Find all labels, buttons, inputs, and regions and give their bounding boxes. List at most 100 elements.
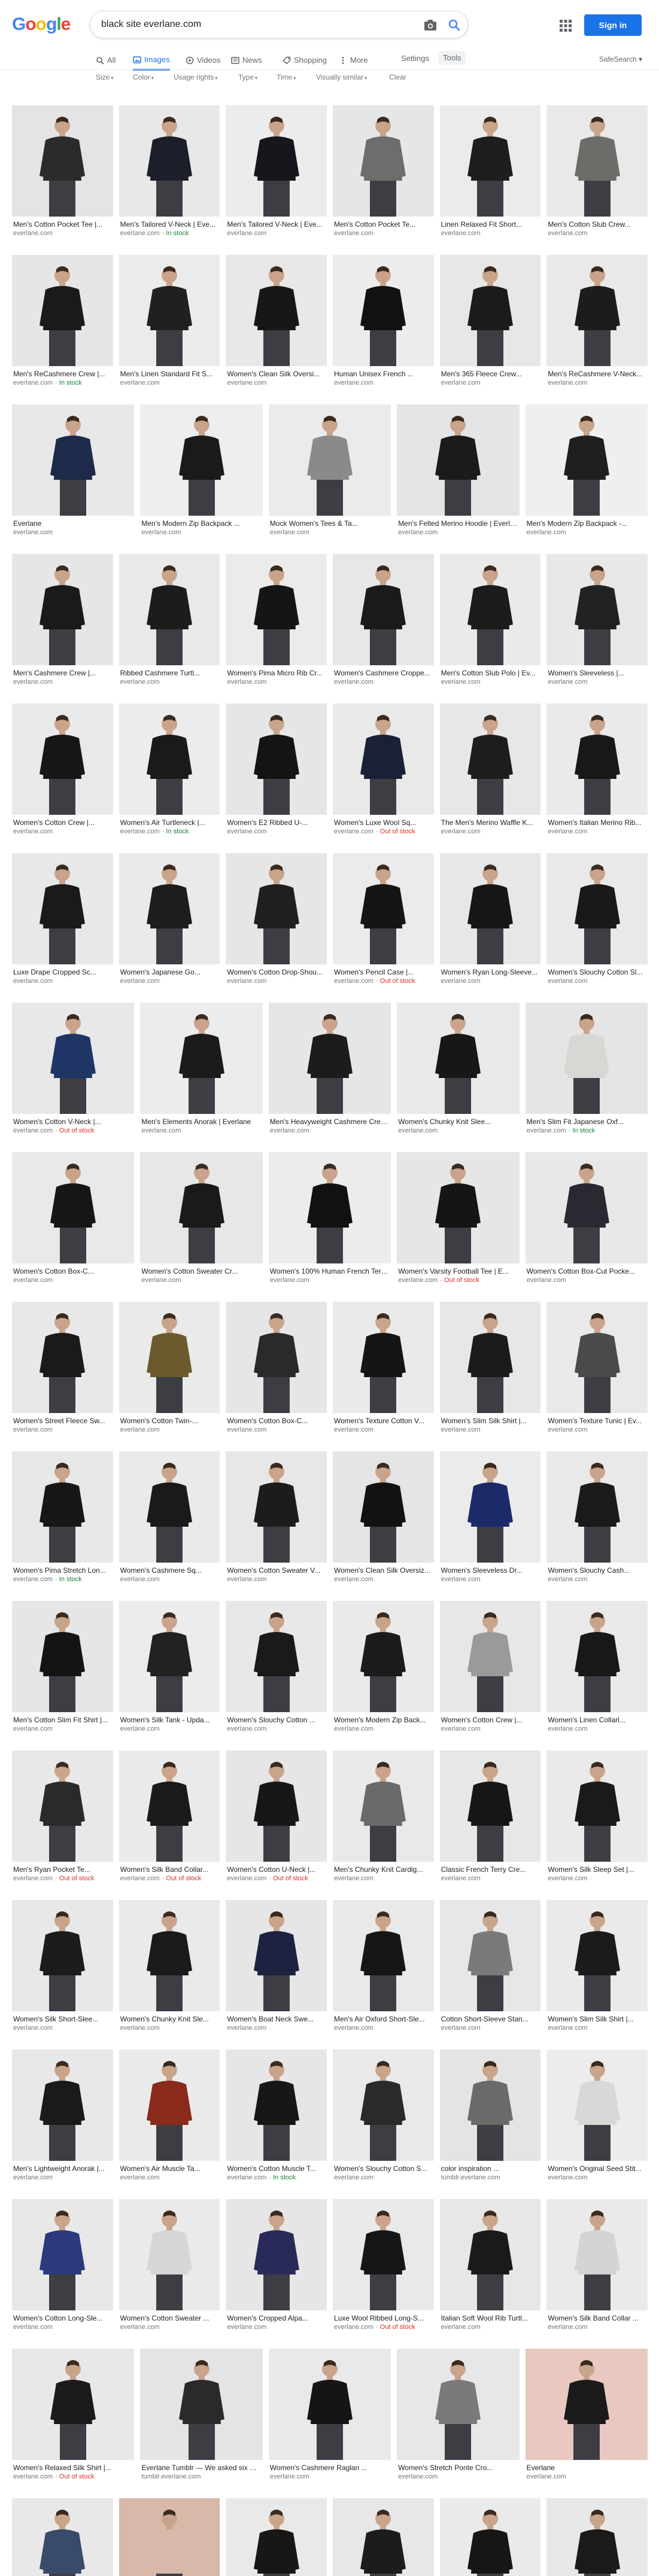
image-result[interactable]: Women's Varsity Football Tee | E... everl… xyxy=(397,1152,520,1299)
image-thumbnail[interactable] xyxy=(226,2199,327,2310)
image-thumbnail[interactable] xyxy=(333,704,434,815)
image-result[interactable]: Men's Modern Zip Backpack -... everlane.c… xyxy=(525,404,648,552)
image-thumbnail[interactable] xyxy=(119,1750,220,1862)
image-result[interactable]: Women's Slouchy Cotton Sl... everlane.com xyxy=(546,853,648,1000)
tab-news[interactable]: News xyxy=(231,50,262,71)
result-title[interactable]: Women's Cotton Long-Sle... xyxy=(13,2314,112,2322)
result-title[interactable]: Women's Silk Short-Slee... xyxy=(13,2015,112,2023)
image-thumbnail[interactable] xyxy=(226,1900,327,2011)
image-result[interactable]: Women's Silk Sleep Set |... everlane.com xyxy=(546,1750,648,1898)
image-result[interactable]: Women's Cotton Sweater V... everlane.com xyxy=(226,1451,327,1598)
image-result[interactable]: Women's Cotton Long-Sle... everlane.com xyxy=(12,2199,113,2346)
image-thumbnail[interactable] xyxy=(12,2199,113,2310)
image-thumbnail[interactable] xyxy=(439,1451,541,1563)
image-result[interactable]: Men's Cotton Slim Fit Shirt |... everlane… xyxy=(12,1601,113,1748)
result-title[interactable]: Women's Boat Neck Swe... xyxy=(227,2015,326,2023)
search-input[interactable] xyxy=(101,17,400,32)
result-title[interactable]: Men's Tailored V-Neck | Eve... xyxy=(120,220,219,229)
image-thumbnail[interactable] xyxy=(12,704,113,815)
result-title[interactable]: Women's Cotton Drop-Shou... xyxy=(227,968,326,976)
result-title[interactable]: Women's Chunky Knit Slee... xyxy=(398,1118,518,1126)
image-thumbnail[interactable] xyxy=(140,1152,263,1263)
result-title[interactable]: Women's Cotton Box-C... xyxy=(13,1267,133,1275)
image-result[interactable]: Men's Cashmere Crew |... everlane.com xyxy=(12,554,113,701)
image-thumbnail[interactable] xyxy=(546,704,648,815)
image-result[interactable]: Women's Cotton Box-C... everlane.com xyxy=(12,1152,135,1299)
image-result[interactable]: Women's Cotton Sweater ... everlane.com xyxy=(119,2199,220,2346)
result-title[interactable]: Everlane Tumblr — We asked six men in ..… xyxy=(141,2464,261,2472)
image-thumbnail[interactable] xyxy=(525,404,648,516)
result-title[interactable]: Men's Cashmere Crew |... xyxy=(13,669,112,677)
image-thumbnail[interactable] xyxy=(140,1003,263,1114)
image-result[interactable]: Luxe Drape Cropped Sc... everlane.com xyxy=(12,853,113,1000)
image-result[interactable]: Women's Slim Silk Shirt |... everlane.com xyxy=(546,1900,648,2047)
result-title[interactable]: Women's Sleeveless Dr... xyxy=(441,1566,540,1575)
image-thumbnail[interactable] xyxy=(12,2050,113,2161)
filter-visually-similar[interactable]: Visually similar ▾ xyxy=(316,73,367,81)
result-title[interactable]: Men's ReCashmere V-Neck... xyxy=(548,370,646,378)
filter-type[interactable]: Type ▾ xyxy=(238,73,257,81)
result-title[interactable]: The Men's Merino Waffle K... xyxy=(441,818,540,827)
result-title[interactable]: Human Unisex French ... xyxy=(334,370,433,378)
image-result[interactable]: Classic French Terry Cre... everlane.com xyxy=(439,1750,541,1898)
image-result[interactable]: Men's 365 Fleece Crew... everlane.com xyxy=(439,255,541,402)
image-result[interactable]: Women's Original Seed Stit... everlane.co… xyxy=(546,2050,648,2197)
image-thumbnail[interactable] xyxy=(397,1003,520,1114)
image-thumbnail[interactable] xyxy=(140,2349,263,2460)
image-thumbnail[interactable] xyxy=(439,2199,541,2310)
result-title[interactable]: Men's Cotton Pocket Te... xyxy=(334,220,433,229)
image-result[interactable]: Men's Felted Merino Hoodie | Everlane eve… xyxy=(397,404,520,552)
image-result[interactable]: Women's Cotton U-Neck |... everlane.com · … xyxy=(226,1750,327,1898)
image-thumbnail[interactable] xyxy=(226,554,327,665)
image-result[interactable]: Women's Stretch Ponte Cro... everlane.com xyxy=(397,2349,520,2496)
image-thumbnail[interactable] xyxy=(226,1451,327,1563)
result-title[interactable]: Mock Women's Tees & Ta... xyxy=(270,519,390,528)
filter-clear[interactable]: Clear xyxy=(389,73,406,81)
image-thumbnail[interactable] xyxy=(268,404,391,516)
image-result[interactable]: Women's Silk Band Collar ... everlane.com xyxy=(546,2199,648,2346)
image-thumbnail[interactable] xyxy=(226,1750,327,1862)
image-result[interactable]: Men's ReCashmere V-Neck... everlane.com xyxy=(546,255,648,402)
image-result[interactable]: Women's Luxe Wool Sq... everlane.com · Out… xyxy=(333,704,434,851)
image-thumbnail[interactable] xyxy=(12,105,113,217)
image-thumbnail[interactable] xyxy=(119,1900,220,2011)
result-title[interactable]: Women's Ryan Long-Sleeve... xyxy=(441,968,540,976)
image-thumbnail[interactable] xyxy=(333,853,434,964)
image-thumbnail[interactable] xyxy=(546,105,648,217)
result-title[interactable]: Men's Modern Zip Backpack -... xyxy=(527,519,646,528)
image-result[interactable]: Women's Cropped Alpa... everlane.com xyxy=(226,2199,327,2346)
image-result[interactable]: Women's Pencil Case |... everlane.com · Ou… xyxy=(333,853,434,1000)
image-thumbnail[interactable] xyxy=(439,255,541,366)
result-title[interactable]: Women's Street Fleece Sw... xyxy=(13,1417,112,1425)
image-thumbnail[interactable] xyxy=(119,1451,220,1563)
image-result[interactable]: Women's Slim Silk Shirt |... everlane.com xyxy=(439,1302,541,1449)
image-result[interactable]: Men's Slim Fit Japanese Oxf... everlane.c… xyxy=(525,1003,648,1150)
image-thumbnail[interactable] xyxy=(546,255,648,366)
image-thumbnail[interactable] xyxy=(226,1601,327,1712)
result-title[interactable]: Women's Modern Zip Back... xyxy=(334,1716,433,1724)
image-result[interactable]: Women's Italian Merino Rib... everlane.co… xyxy=(546,704,648,851)
image-thumbnail[interactable] xyxy=(439,1900,541,2011)
image-result[interactable]: Women's 100% Human French Terry Hoodie..… xyxy=(268,1152,391,1299)
tab-shopping[interactable]: Shopping xyxy=(283,50,327,71)
image-result[interactable]: Women's Cashmere Raglan ... everlane.com xyxy=(268,2349,391,2496)
image-result[interactable]: Women's Texture Tunic | Ev... everlane.co… xyxy=(546,1302,648,1449)
image-result[interactable]: Men's Ryan Pocket Te... everlane.com · Out… xyxy=(12,1750,113,1898)
result-title[interactable]: Everlane xyxy=(13,519,133,528)
sign-in-button[interactable]: Sign in xyxy=(584,14,642,36)
image-result[interactable]: Mock Women's Tees & Ta... everlane.com xyxy=(268,404,391,552)
image-thumbnail[interactable] xyxy=(119,105,220,217)
image-result[interactable]: Women's Cotton Drop-Shou... everlane.com xyxy=(226,853,327,1000)
image-thumbnail[interactable] xyxy=(525,1152,648,1263)
image-result[interactable]: Human Unisex French ... everlane.com xyxy=(333,255,434,402)
tab-videos[interactable]: Videos xyxy=(186,50,221,71)
result-title[interactable]: Men's Elements Anorak | Everlane xyxy=(141,1118,261,1126)
tools-button[interactable]: Tools xyxy=(438,51,466,65)
result-title[interactable]: Women's Cotton Sweater Cr... xyxy=(141,1267,261,1275)
image-result[interactable]: Men's Cotton Pocket Tee |... everlane.com xyxy=(12,105,113,252)
image-thumbnail[interactable] xyxy=(12,1750,113,1862)
result-title[interactable]: Women's Cotton Box-Cut Pocke... xyxy=(527,1267,646,1275)
image-result[interactable]: Women's Street Fleece Sw... everlane.com xyxy=(12,1302,113,1449)
image-thumbnail[interactable] xyxy=(333,1601,434,1712)
image-thumbnail[interactable] xyxy=(119,1601,220,1712)
